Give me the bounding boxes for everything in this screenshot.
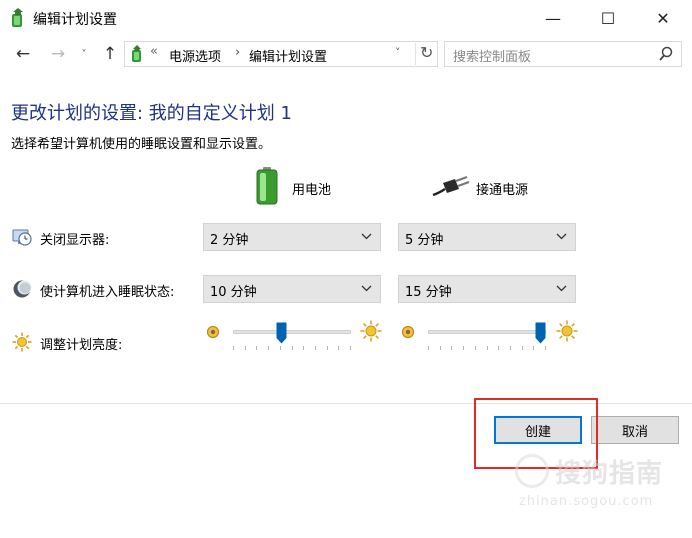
slider-tick — [292, 346, 293, 350]
power-options-icon — [12, 8, 23, 27]
chevron-down-icon — [361, 285, 372, 292]
breadcrumb-power-options[interactable]: 电源选项 — [169, 46, 221, 65]
monitor-clock-icon — [12, 229, 32, 246]
slider-tick — [545, 346, 546, 350]
display-off-plugged-select[interactable]: 5 分钟 — [398, 223, 576, 251]
search-placeholder[interactable]: 搜索控制面板 — [453, 46, 531, 65]
breadcrumb-edit-plan-settings[interactable]: 编辑计划设置 — [249, 46, 327, 65]
back-button[interactable]: ← — [12, 42, 34, 66]
power-options-icon — [132, 45, 141, 62]
dim-brightness-icon — [206, 325, 220, 339]
slider-tick — [510, 346, 511, 350]
slider-thumb[interactable] — [276, 322, 287, 344]
slider-tick — [451, 346, 452, 350]
bright-brightness-icon — [360, 320, 382, 342]
sleep-battery-select[interactable]: 10 分钟 — [203, 275, 381, 303]
address-bar[interactable]: « 电源选项 › 编辑计划设置 ˅ ↻ — [124, 41, 438, 67]
recent-locations-button[interactable]: ˅ — [77, 42, 91, 66]
slider-tick — [233, 346, 234, 350]
brightness-plugged-slider[interactable] — [400, 320, 580, 350]
slider-tick — [350, 346, 351, 350]
slider-track[interactable] — [428, 330, 546, 334]
navigation-bar: ← → ˅ ↑ « 电源选项 › 编辑计划设置 ˅ ↻ 搜索控制面板 — [0, 38, 692, 70]
up-button[interactable]: ↑ — [99, 42, 121, 66]
search-box[interactable]: 搜索控制面板 — [444, 41, 682, 67]
chevron-down-icon — [556, 285, 567, 292]
watermark: 搜狗指南 zhinan.sogou.com — [505, 448, 675, 516]
slider-tick — [327, 346, 328, 350]
battery-icon — [256, 167, 278, 205]
display-off-battery-select[interactable]: 2 分钟 — [203, 223, 381, 251]
slider-ticks — [233, 346, 351, 350]
slider-tick — [256, 346, 257, 350]
title-bar: 编辑计划设置 — ☐ ✕ — [0, 0, 692, 36]
slider-tick — [475, 346, 476, 350]
sleep-plugged-select[interactable]: 15 分钟 — [398, 275, 576, 303]
window-title: 编辑计划设置 — [33, 12, 117, 28]
slider-tick — [487, 346, 488, 350]
search-icon[interactable] — [659, 46, 673, 62]
maximize-button[interactable]: ☐ — [585, 0, 631, 36]
slider-tick — [498, 346, 499, 350]
slider-tick — [338, 346, 339, 350]
slider-tick — [428, 346, 429, 350]
slider-ticks — [428, 346, 546, 350]
slider-track[interactable] — [233, 330, 351, 334]
slider-thumb[interactable] — [535, 322, 546, 344]
refresh-icon[interactable]: ↻ — [415, 43, 433, 65]
power-plug-icon — [432, 176, 470, 197]
brightness-battery-slider[interactable] — [205, 320, 385, 350]
slider-tick — [440, 346, 441, 350]
moon-icon — [13, 280, 32, 298]
slider-tick — [268, 346, 269, 350]
forward-button[interactable]: → — [47, 42, 69, 66]
chevron-down-icon — [361, 233, 372, 240]
address-overflow-icon[interactable]: « — [150, 44, 158, 59]
column-label-battery: 用电池 — [292, 183, 332, 198]
column-label-plugged-in: 接通电源 — [476, 183, 529, 198]
breadcrumb-separator-icon[interactable]: › — [235, 45, 240, 60]
slider-tick — [280, 346, 281, 350]
dim-brightness-icon — [401, 325, 415, 339]
address-dropdown-icon[interactable]: ˅ — [395, 46, 401, 59]
slider-tick — [522, 346, 523, 350]
slider-tick — [245, 346, 246, 350]
close-button[interactable]: ✕ — [640, 0, 686, 36]
cancel-button[interactable]: 取消 — [591, 416, 679, 444]
page-title: 更改计划的设置: 我的自定义计划 1 — [11, 103, 292, 124]
sleep-label: 使计算机进入睡眠状态: — [40, 285, 175, 300]
sun-icon — [12, 332, 32, 352]
display-off-label: 关闭显示器: — [40, 233, 110, 248]
watermark-text: 搜狗指南 — [555, 459, 664, 489]
bright-brightness-icon — [556, 320, 578, 342]
watermark-logo-icon — [515, 454, 549, 488]
slider-tick — [303, 346, 304, 350]
brightness-label: 调整计划亮度: — [40, 338, 123, 353]
slider-tick — [533, 346, 534, 350]
minimize-button[interactable]: — — [530, 0, 576, 36]
slider-tick — [463, 346, 464, 350]
chevron-down-icon — [556, 233, 567, 240]
slider-tick — [315, 346, 316, 350]
page-description: 选择希望计算机使用的睡眠设置和显示设置。 — [11, 137, 272, 152]
watermark-url: zhinan.sogou.com — [519, 494, 654, 509]
